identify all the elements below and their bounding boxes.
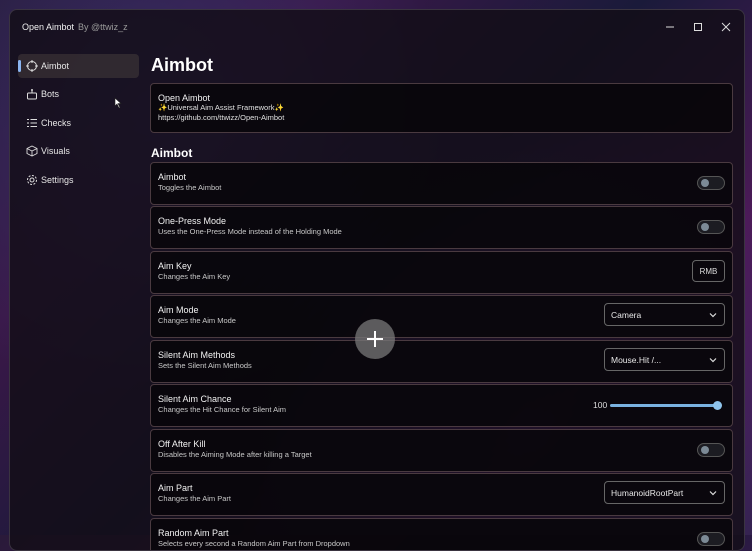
setting-aim-part: Aim Part Changes the Aim Part HumanoidRo… [150,473,733,516]
info-card: Open Aimbot ✨Universal Aim Assist Framew… [150,83,733,133]
setting-description: Disables the Aiming Mode after killing a… [158,450,312,459]
maximize-button[interactable] [688,18,708,36]
main-content: Aimbot Open Aimbot ✨Universal Aim Assist… [150,44,744,550]
setting-title: Silent Aim Methods [158,350,236,360]
setting-description: Uses the One-Press Mode instead of the H… [158,227,342,236]
setting-description: Sets the Silent Aim Methods [158,361,252,370]
setting-silent-aim-chance: Silent Aim Chance Changes the Hit Chance… [150,384,733,427]
setting-description: Selects every second a Random Aim Part f… [158,539,350,548]
window-title: Open Aimbot By @ttwiz_z [22,22,128,32]
sidebar-item-checks[interactable]: Checks [18,111,139,135]
silent-aim-methods-dropdown[interactable]: Mouse.Hit /... [604,348,725,371]
window-author: By @ttwiz_z [78,22,128,32]
maximize-icon [694,23,702,31]
aim-mode-dropdown[interactable]: Camera [604,303,725,326]
title-bar: Open Aimbot By @ttwiz_z [10,10,744,44]
aim-part-dropdown[interactable]: HumanoidRootPart [604,481,725,504]
sidebar-item-label: Bots [41,89,60,99]
setting-description: Changes the Hit Chance for Silent Aim [158,405,286,414]
toggle-knob [701,446,709,454]
sidebar: Aimbot Bots Checks Visuals Settings [10,44,140,550]
chevron-down-icon [709,491,717,496]
setting-title: One-Press Mode [158,216,227,226]
app-window: Open Aimbot By @ttwiz_z Aimbot Bots Check… [9,9,745,551]
sidebar-item-label: Checks [41,118,72,128]
setting-title: Random Aim Part [158,528,229,538]
setting-description: Changes the Aim Key [158,272,231,281]
setting-aim-key: Aim Key Changes the Aim Key RMB [150,251,733,294]
sidebar-item-visuals[interactable]: Visuals [18,139,139,163]
sidebar-item-label: Aimbot [41,61,70,71]
sidebar-item-label: Visuals [41,146,70,156]
cube-icon [26,145,38,157]
setting-title: Silent Aim Chance [158,394,232,404]
info-title: Open Aimbot [158,93,211,103]
setting-description: Toggles the Aimbot [158,183,222,192]
random-aim-part-toggle[interactable] [697,532,725,546]
setting-one-press-mode: One-Press Mode Uses the One-Press Mode i… [150,206,733,249]
setting-aim-mode: Aim Mode Changes the Aim Mode Camera [150,295,733,338]
info-link[interactable]: https://github.com/ttwizz/Open-Aimbot [158,113,284,122]
dropdown-value: Mouse.Hit /... [611,355,662,365]
drag-cursor [355,319,395,359]
dropdown-value: HumanoidRootPart [611,488,684,498]
setting-off-after-kill: Off After Kill Disables the Aiming Mode … [150,429,733,472]
page-title: Aimbot [151,55,213,75]
minimize-icon [666,26,674,28]
setting-title: Aim Mode [158,305,199,315]
off-after-kill-toggle[interactable] [697,443,725,457]
gear-icon [27,175,37,185]
toggle-knob [701,535,709,543]
crosshair-icon [26,60,38,72]
setting-description: Changes the Aim Part [158,494,231,503]
silent-aim-chance-slider[interactable] [610,404,718,407]
setting-description: Changes the Aim Mode [158,316,236,325]
toggle-knob [701,179,709,187]
close-icon [721,22,731,32]
plus-icon [367,331,383,347]
section-heading: Aimbot [151,146,193,160]
chevron-down-icon [709,313,717,318]
setting-title: Aimbot [158,172,187,182]
slider-thumb[interactable] [713,401,722,410]
setting-aimbot: Aimbot Toggles the Aimbot [150,162,733,205]
aim-key-button[interactable]: RMB [692,260,725,282]
toggle-knob [701,223,709,231]
aimbot-toggle[interactable] [697,176,725,190]
sidebar-item-label: Settings [41,175,74,185]
setting-silent-aim-methods: Silent Aim Methods Sets the Silent Aim M… [150,340,733,383]
sidebar-item-aimbot[interactable]: Aimbot [18,54,139,78]
one-press-mode-toggle[interactable] [697,220,725,234]
info-subtitle: ✨Universal Aim Assist Framework✨ [158,103,284,112]
mouse-pointer-icon [114,97,122,109]
active-indicator [18,60,21,72]
chevron-down-icon [709,358,717,363]
close-button[interactable] [716,18,736,36]
setting-title: Aim Part [158,483,193,493]
setting-title: Off After Kill [158,439,206,449]
checklist-icon [27,119,37,127]
sidebar-item-settings[interactable]: Settings [18,168,139,192]
setting-title: Aim Key [158,261,192,271]
dropdown-value: Camera [611,310,642,320]
bot-icon [27,89,37,100]
slider-value: 100 [593,400,608,410]
minimize-button[interactable] [660,18,680,36]
window-title-text: Open Aimbot [22,22,75,32]
